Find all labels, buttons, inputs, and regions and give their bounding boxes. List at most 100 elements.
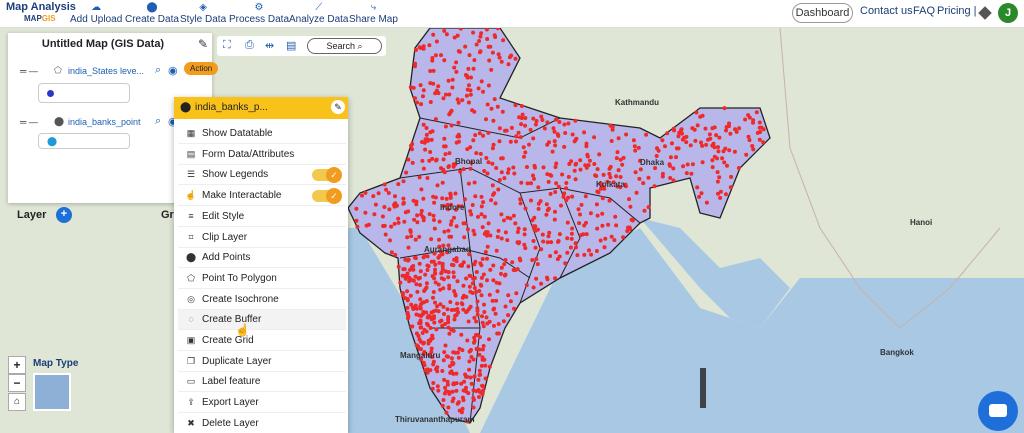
layer-row-states[interactable]: ═ — ⬠ india_States leve... ⌕ ◉ Action — [18, 62, 219, 80]
menu-item-make-interactable[interactable]: ☝ Make Interactable ✓ — [178, 186, 346, 207]
menu-item-point-to-polygon[interactable]: ⬠ Point To Polygon — [178, 269, 346, 289]
zoom-out-button[interactable]: − — [8, 374, 26, 392]
fullscreen-icon[interactable]: ⛶ — [223, 39, 231, 52]
pricing-link[interactable]: Pricing | — [937, 5, 977, 17]
menu-item-edit-style[interactable]: ≡ Edit Style — [178, 207, 346, 227]
faq-link[interactable]: FAQ — [913, 5, 935, 17]
zoom-in-button[interactable]: + — [8, 356, 26, 374]
menu-item-show-datatable[interactable]: ▦ Show Datatable — [178, 124, 346, 144]
cube-icon[interactable] — [978, 6, 992, 20]
bank-point — [598, 238, 603, 243]
nav-create-data[interactable]: ⬤ Create Data — [125, 2, 179, 25]
bank-point — [440, 180, 445, 185]
bank-point — [429, 137, 434, 142]
bank-point — [549, 240, 554, 245]
bank-point — [472, 262, 477, 267]
menu-item-label-feature[interactable]: ▭ Label feature — [178, 372, 346, 393]
bank-point — [532, 215, 537, 220]
dashboard-button[interactable]: Dashboard — [792, 3, 853, 23]
avatar[interactable]: J — [998, 3, 1018, 23]
bank-point — [503, 258, 508, 262]
bank-point — [471, 396, 476, 400]
menu-item-create-grid[interactable]: ▣ Create Grid — [178, 331, 346, 351]
action-button[interactable]: Action — [184, 62, 219, 75]
bank-point — [472, 109, 477, 114]
menu-item-form-data-attributes[interactable]: ▤ Form Data/Attributes — [178, 145, 346, 165]
city-label: Thiruvananthapuram — [395, 415, 475, 424]
nav-share-map[interactable]: ⤷ Share Map — [349, 2, 398, 25]
bank-point — [714, 133, 719, 138]
nav-style-data[interactable]: ◈ Style Data — [180, 2, 226, 25]
menu-item-create-buffer[interactable]: ◌ Create Buffer — [178, 310, 346, 331]
nav-process-data[interactable]: ⚙ Process Data — [229, 2, 289, 25]
bank-point — [547, 230, 552, 235]
bank-point — [490, 298, 495, 303]
menu-item-delete-layer[interactable]: ✖ Delete Layer — [178, 414, 346, 433]
toggle-switch[interactable]: ✓ — [312, 167, 342, 184]
bank-point — [554, 161, 559, 166]
bank-point — [585, 154, 590, 159]
bank-point — [420, 158, 425, 163]
menu-item-duplicate-layer[interactable]: ❐ Duplicate Layer — [178, 352, 346, 372]
bank-point — [432, 226, 437, 231]
zoom-to-layer-icon[interactable]: ⌕ — [155, 115, 161, 128]
menu-item-show-legends[interactable]: ☰ Show Legends ✓ — [178, 165, 346, 186]
bank-point — [425, 263, 430, 268]
bank-point — [478, 49, 483, 54]
pencil-icon[interactable]: ✎ — [331, 100, 345, 114]
bank-point — [557, 232, 562, 237]
eye-icon[interactable]: ◉ — [168, 64, 178, 77]
bank-point — [506, 313, 511, 318]
bank-point — [485, 244, 490, 249]
bank-point — [449, 234, 454, 239]
contact-link[interactable]: Contact us — [860, 5, 913, 17]
search-button[interactable]: Search ⌕ — [307, 38, 382, 54]
menu-item-export-layer[interactable]: ⇪ Export Layer — [178, 393, 346, 414]
drag-handle-icon[interactable]: ═ — — [20, 66, 38, 76]
map-type-thumbnail[interactable] — [33, 373, 71, 411]
reset-view-button[interactable]: ⌂ — [8, 393, 26, 411]
pencil-icon[interactable]: ✎ — [198, 37, 208, 51]
bank-point — [469, 212, 474, 217]
bank-point — [425, 268, 430, 272]
bank-point — [446, 78, 451, 83]
bank-point — [460, 98, 465, 103]
bank-point — [480, 355, 485, 360]
menu-item-add-points[interactable]: ⬤ Add Points — [178, 248, 346, 269]
bank-point — [425, 370, 430, 375]
menu-item-create-isochrone[interactable]: ◎ Create Isochrone — [178, 290, 346, 310]
bank-point — [483, 250, 488, 254]
bank-point — [489, 198, 494, 203]
bank-point — [409, 302, 414, 307]
bank-point — [614, 156, 619, 161]
bank-point — [467, 53, 472, 58]
top-navigation: Map Analysis MAPGIS ☁ Add Upload ⬤ Creat… — [0, 0, 1024, 28]
measure-icon[interactable]: ⇹ — [265, 39, 274, 52]
trash-icon: ✖ — [187, 417, 195, 428]
bank-point — [725, 163, 729, 168]
bank-point — [442, 377, 447, 382]
toggle-switch[interactable]: ✓ — [312, 188, 342, 205]
print-icon[interactable]: ⎙ — [245, 39, 254, 52]
bank-point — [490, 161, 495, 166]
bank-point — [392, 204, 397, 209]
drag-handle-icon[interactable]: ═ — — [20, 117, 38, 127]
add-layer-button[interactable]: + — [56, 207, 72, 223]
nav-add-upload[interactable]: ☁ Add Upload — [70, 2, 122, 25]
bank-point — [568, 245, 573, 250]
bank-point — [544, 212, 549, 217]
bank-point — [511, 213, 516, 218]
polygon-icon: ⬠ — [187, 272, 195, 283]
bank-point — [506, 170, 510, 175]
bank-point — [486, 130, 491, 135]
bank-point — [506, 293, 511, 298]
zoom-to-layer-icon[interactable]: ⌕ — [155, 64, 161, 77]
comment-icon[interactable]: ▤ — [286, 39, 296, 52]
chat-button[interactable] — [978, 391, 1018, 431]
menu-item-clip-layer[interactable]: ⌗ Clip Layer — [178, 228, 346, 248]
bank-point — [479, 79, 484, 84]
logo[interactable]: Map Analysis MAPGIS — [6, 2, 76, 24]
bank-point — [746, 134, 751, 139]
nav-analyze-data[interactable]: ⟋ Analyze Data — [289, 2, 348, 25]
bank-point — [486, 83, 491, 88]
